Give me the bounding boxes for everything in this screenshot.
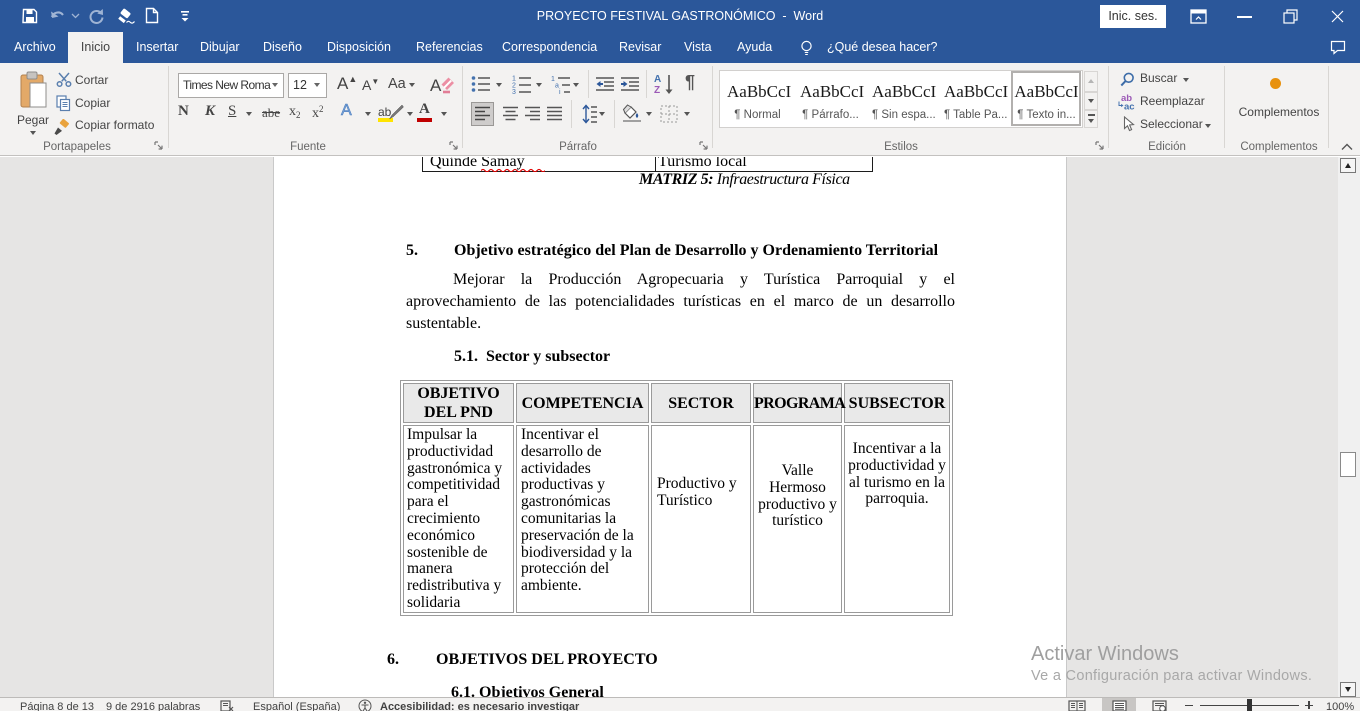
svg-text:3: 3 bbox=[512, 89, 516, 94]
svg-text:1: 1 bbox=[512, 76, 516, 83]
svg-text:Z: Z bbox=[654, 85, 660, 95]
svg-text:ab: ab bbox=[378, 105, 392, 119]
svg-text:ac: ac bbox=[1124, 102, 1135, 111]
svg-text:A: A bbox=[430, 76, 442, 95]
svg-text:A: A bbox=[654, 74, 661, 85]
svg-text:i: i bbox=[559, 89, 561, 94]
